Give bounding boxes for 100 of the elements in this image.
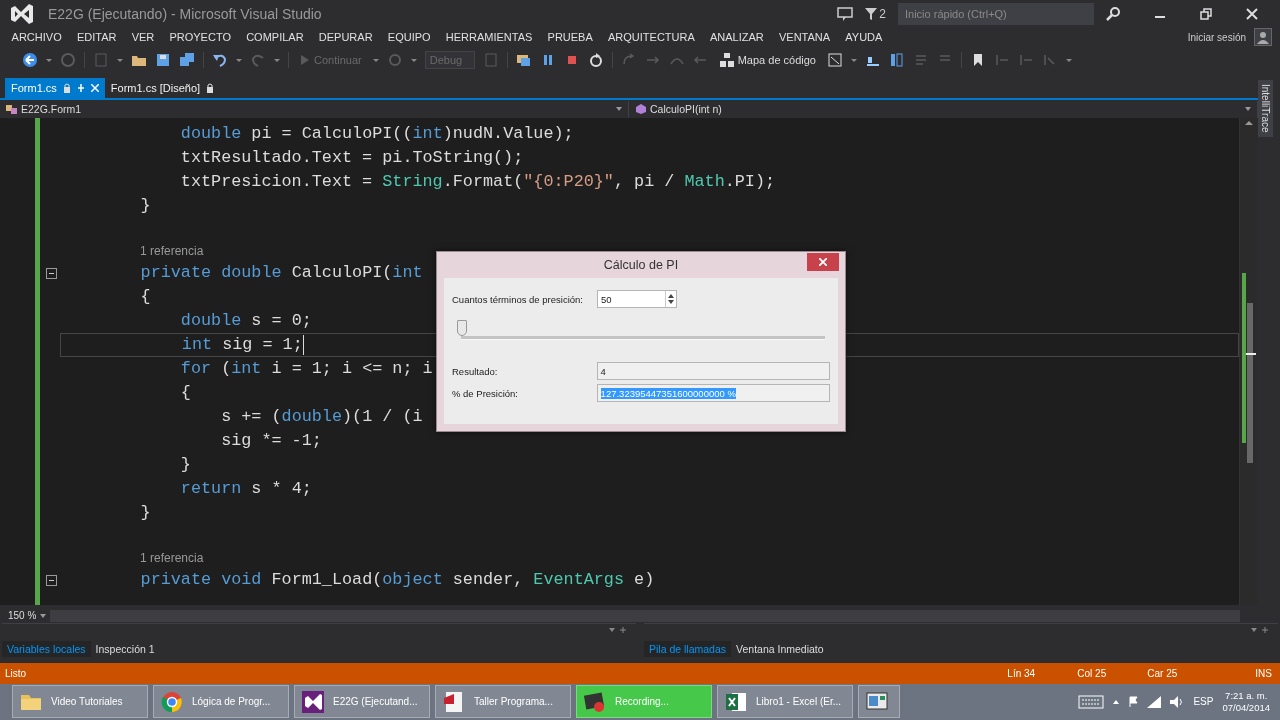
- menu-item[interactable]: HERRAMIENTAS: [438, 31, 540, 44]
- lock-icon: [206, 83, 215, 94]
- taskbar-button[interactable]: Taller Programa...: [435, 685, 571, 719]
- filter-icon[interactable]: [865, 6, 878, 21]
- menu-item[interactable]: AYUDA: [837, 31, 890, 44]
- menu-item[interactable]: VER: [124, 31, 162, 44]
- result-field[interactable]: 4: [596, 362, 830, 380]
- panel-tab[interactable]: Ventana Inmediato: [731, 641, 829, 658]
- clock[interactable]: 7:21 a. m. 07/04/2014: [1222, 689, 1270, 714]
- speaker-icon[interactable]: [1170, 695, 1185, 708]
- field-label: % de Presición:: [452, 387, 519, 399]
- close-button[interactable]: [807, 253, 839, 271]
- forward-icon[interactable]: [60, 51, 76, 68]
- status-message: Listo: [5, 668, 28, 680]
- diagram-icon: [719, 52, 734, 67]
- code-map-button[interactable]: Mapa de código: [716, 52, 819, 67]
- restart-icon[interactable]: [587, 51, 604, 68]
- menu-item[interactable]: EDITAR: [69, 31, 125, 44]
- menu-item[interactable]: PRUEBA: [539, 31, 601, 44]
- columns-icon[interactable]: [889, 51, 905, 68]
- menu-item[interactable]: EQUIPO: [380, 31, 439, 44]
- notification-count[interactable]: 2: [879, 6, 886, 21]
- signal-icon[interactable]: [1147, 695, 1162, 708]
- caret-icon: [1245, 107, 1251, 112]
- dropdown-icon[interactable]: [1251, 627, 1257, 634]
- taskbar-button[interactable]: Libro1 - Excel (Er...: [717, 685, 853, 719]
- code-line: return s * 4;: [179, 479, 312, 500]
- code-line: s += (double)(1 / (i: [220, 407, 423, 428]
- collapse-icon[interactable]: [46, 575, 57, 587]
- taskbar-button[interactable]: Video Tutoriales: [12, 685, 148, 719]
- menu-item[interactable]: DEPURAR: [311, 31, 381, 44]
- taskbar-button[interactable]: Lógica de Progr...: [153, 685, 289, 719]
- save-icon[interactable]: [155, 51, 171, 68]
- taskbar-button[interactable]: [858, 685, 900, 719]
- panel-tab[interactable]: Inspección 1: [90, 641, 160, 658]
- field-label: Resultado:: [452, 365, 499, 377]
- input-language[interactable]: ESP: [1193, 696, 1214, 708]
- reference-count-link[interactable]: 1 referencia: [140, 244, 204, 259]
- slider-thumb[interactable]: [457, 320, 467, 336]
- code-line: int sig = 1;: [61, 335, 304, 356]
- code-line: {: [139, 287, 151, 308]
- code-line: private double CalculoPI(int: [139, 263, 423, 284]
- caret-icon[interactable]: [40, 613, 47, 618]
- code-line: txtResultado.Text = pi.ToString();: [179, 148, 524, 169]
- insert-mode: INS: [1255, 668, 1272, 680]
- menu-item[interactable]: ARCHIVO: [4, 31, 70, 44]
- column-number: Col 25: [1077, 668, 1108, 680]
- code-line: double pi = CalculoPI((int)nudN.Value);: [179, 124, 574, 145]
- panel-tab[interactable]: Variables locales: [2, 641, 91, 658]
- code-line: for (int i = 1; i <= n; i: [179, 359, 433, 380]
- code-line: {: [179, 383, 191, 404]
- menu-item[interactable]: PROYECTO: [161, 31, 239, 44]
- code-line: }: [179, 455, 191, 476]
- sign-in-link[interactable]: Iniciar sesión: [1187, 31, 1246, 43]
- dialog-title: Cálculo de PI: [603, 258, 679, 272]
- caret-icon[interactable]: [1113, 698, 1120, 705]
- line-number: Lín 34: [1007, 668, 1037, 680]
- side-panel-tab[interactable]: IntelliTrace: [1258, 80, 1273, 137]
- search-icon[interactable]: [1106, 6, 1120, 21]
- dropdown-icon[interactable]: [609, 627, 615, 634]
- menu-item[interactable]: VENTANA: [771, 31, 838, 44]
- class-icon: [6, 103, 18, 116]
- circle-icon[interactable]: [386, 51, 403, 68]
- numeric-spinner[interactable]: 50: [597, 290, 677, 308]
- lock-icon: [62, 83, 71, 94]
- pin-icon[interactable]: [1262, 627, 1268, 634]
- menu-item[interactable]: ARQUITECTURA: [600, 31, 703, 44]
- visual-studio-icon: [301, 689, 325, 714]
- user-icon[interactable]: [1254, 28, 1272, 47]
- type-dropdown[interactable]: E22G.Form1: [0, 100, 629, 118]
- field-label: Cuantos términos de presición:: [452, 293, 584, 305]
- keyboard-icon[interactable]: [1078, 693, 1105, 710]
- spin-arrows-icon[interactable]: [666, 292, 676, 306]
- quick-launch-field[interactable]: Inicio rápido (Ctrl+Q): [898, 2, 1094, 25]
- caret-icon: [616, 107, 622, 112]
- code-line: sig *= -1;: [220, 431, 322, 452]
- slider-track[interactable]: [457, 318, 825, 342]
- back-icon[interactable]: [22, 51, 38, 68]
- reference-count-link[interactable]: 1 referencia: [140, 551, 204, 566]
- flag-icon[interactable]: [1128, 695, 1139, 708]
- menu-item[interactable]: ANALIZAR: [702, 31, 772, 44]
- browser-icon: [160, 689, 184, 714]
- taskbar-button[interactable]: E22G (Ejecutand...: [294, 685, 430, 719]
- document-tab[interactable]: Form1.cs [Diseño]: [104, 78, 221, 99]
- window-title: E22G (Ejecutando) - Microsoft Visual Studio: [48, 5, 323, 22]
- feedback-icon[interactable]: [837, 5, 854, 22]
- code-line: txtPresicion.Text = String.Format("{0:P20}", pi / Math.PI);: [179, 172, 776, 193]
- menu-item[interactable]: COMPILAR: [238, 31, 312, 44]
- save-all-icon[interactable]: [179, 51, 195, 68]
- code-line: private void Form1_Load(object sender, EventArgs e): [139, 570, 655, 591]
- panel-tab[interactable]: Pila de llamadas: [644, 641, 732, 658]
- pin-icon[interactable]: [620, 627, 626, 634]
- code-line: }: [139, 503, 151, 524]
- method-icon: [635, 103, 647, 116]
- close-icon[interactable]: [1246, 7, 1258, 20]
- zoom-level[interactable]: 150 %: [8, 610, 37, 622]
- character-number: Car 25: [1147, 668, 1179, 680]
- restore-icon[interactable]: [1200, 7, 1212, 20]
- collapse-icon[interactable]: [46, 268, 57, 280]
- play-icon: [300, 53, 310, 66]
